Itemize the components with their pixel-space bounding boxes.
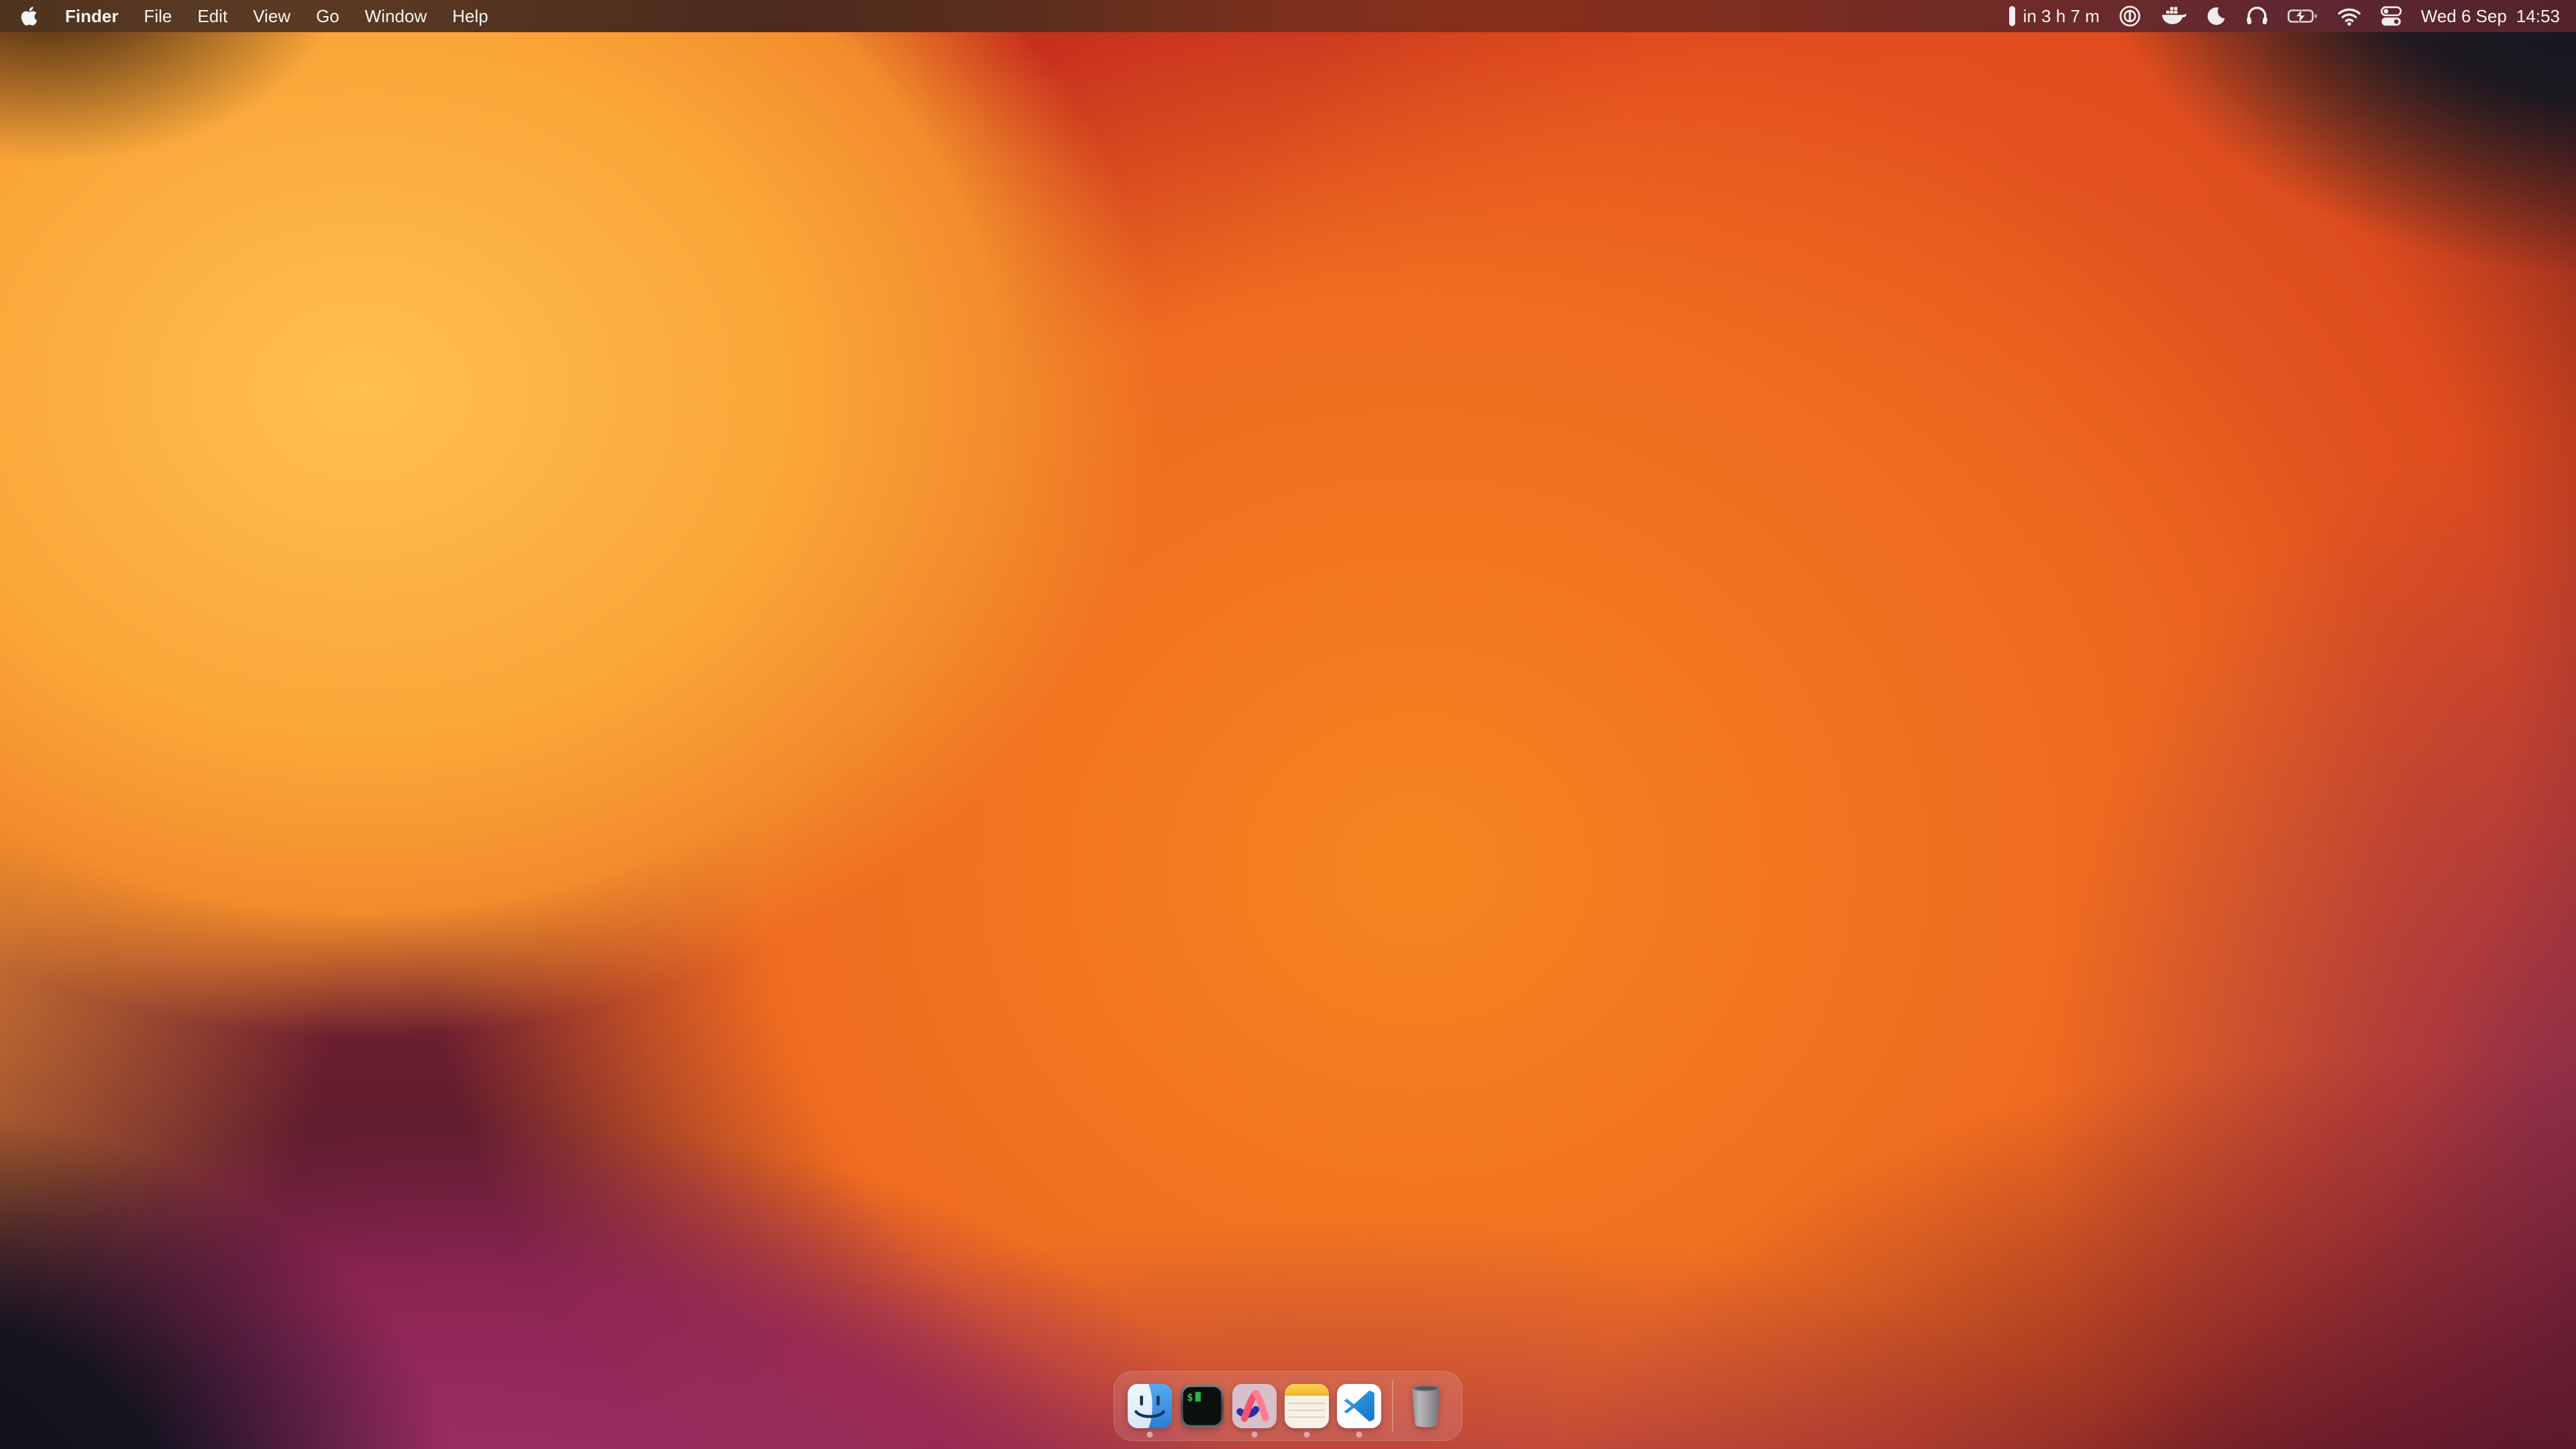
terminal-icon: $ xyxy=(1180,1384,1224,1428)
dock-item-terminal[interactable]: $ xyxy=(1176,1372,1228,1440)
notes-icon xyxy=(1285,1384,1329,1428)
countdown-label: in 3 h 7 m xyxy=(2023,6,2100,27)
status-countdown-timer[interactable]: in 3 h 7 m xyxy=(2009,6,2100,27)
dock-item-arc-browser[interactable] xyxy=(1228,1372,1281,1440)
desktop-wallpaper xyxy=(0,0,2576,1449)
menu-file[interactable]: File xyxy=(144,6,172,27)
menu-edit[interactable]: Edit xyxy=(197,6,227,27)
clock-date: Wed 6 Sep xyxy=(2421,6,2507,27)
vscode-icon xyxy=(1337,1384,1381,1428)
menubar-clock[interactable]: Wed 6 Sep 14:53 xyxy=(2421,6,2560,27)
focus-moon-icon[interactable] xyxy=(2206,6,2226,27)
headphones-icon[interactable] xyxy=(2245,6,2269,26)
dock-item-notes[interactable] xyxy=(1281,1372,1333,1440)
dock-item-visual-studio-code[interactable] xyxy=(1333,1372,1385,1440)
dock-item-trash[interactable] xyxy=(1400,1372,1452,1440)
running-indicator xyxy=(1304,1432,1310,1438)
wifi-icon[interactable] xyxy=(2337,7,2361,26)
dock-separator xyxy=(1392,1380,1393,1432)
control-center-icon[interactable] xyxy=(2380,5,2402,28)
arc-browser-icon xyxy=(1232,1384,1277,1428)
menu-app-name[interactable]: Finder xyxy=(65,6,118,27)
dock-item-finder[interactable] xyxy=(1124,1372,1176,1440)
finder-icon xyxy=(1128,1384,1172,1428)
menu-bar: Finder File Edit View Go Window Help in … xyxy=(0,0,2576,32)
svg-text:$: $ xyxy=(1187,1391,1193,1403)
desktop[interactable]: Finder File Edit View Go Window Help in … xyxy=(0,0,2576,1449)
running-indicator xyxy=(1356,1432,1362,1438)
menu-help[interactable]: Help xyxy=(452,6,488,27)
menu-window[interactable]: Window xyxy=(365,6,427,27)
countdown-timer-icon xyxy=(2009,6,2015,26)
menu-view[interactable]: View xyxy=(253,6,290,27)
battery-charging-icon[interactable] xyxy=(2288,9,2318,23)
dock: $ xyxy=(1114,1371,1462,1441)
docker-icon[interactable] xyxy=(2160,6,2187,27)
trash-icon xyxy=(1406,1382,1446,1430)
apple-menu-icon[interactable] xyxy=(20,5,38,27)
menu-go[interactable]: Go xyxy=(316,6,339,27)
one-password-icon[interactable] xyxy=(2118,5,2141,28)
running-indicator xyxy=(1252,1432,1258,1438)
clock-time: 14:53 xyxy=(2516,6,2560,27)
running-indicator xyxy=(1147,1432,1153,1438)
